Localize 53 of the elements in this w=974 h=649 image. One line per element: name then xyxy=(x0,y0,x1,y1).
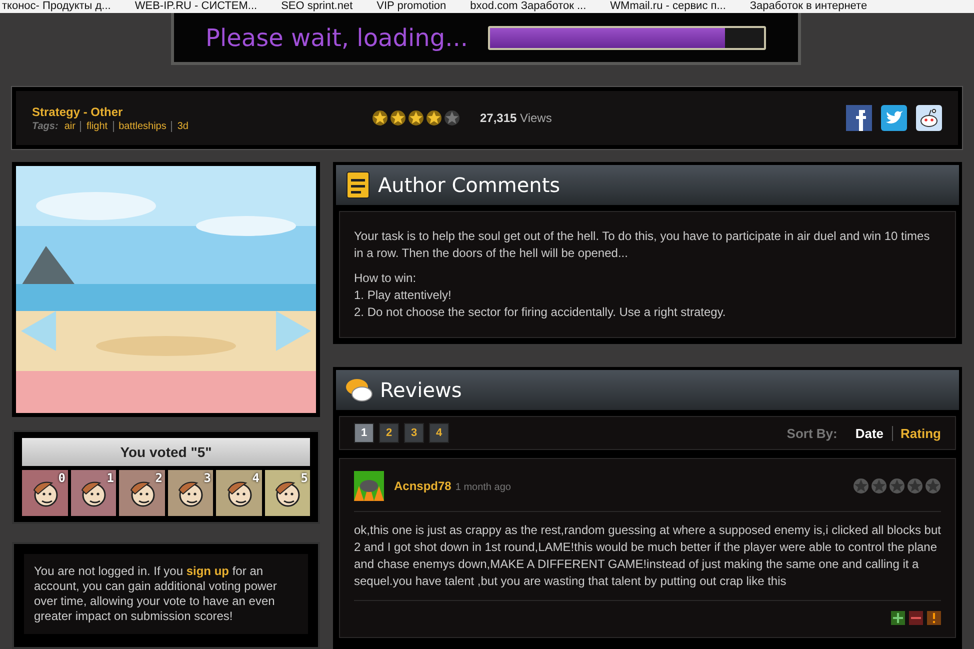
sort-option[interactable]: Date xyxy=(847,426,892,440)
vote-face-button[interactable]: 1 xyxy=(70,470,116,516)
bookmark-link[interactable]: Заработок в интернете xyxy=(750,0,868,13)
star-icon xyxy=(444,110,460,126)
star-icon xyxy=(408,110,424,126)
sort-label: Sort By: xyxy=(786,426,838,440)
bookmark-link[interactable]: bxod.com Заработок ... xyxy=(470,0,586,13)
star-icon xyxy=(925,478,941,494)
sort-option[interactable]: Rating xyxy=(892,426,941,440)
facebook-icon[interactable] xyxy=(846,105,872,131)
review-author[interactable]: Acnspd78 xyxy=(394,479,452,493)
section-title: Author Comments xyxy=(378,173,560,197)
page-button[interactable]: 4 xyxy=(429,423,449,443)
minus-icon[interactable] xyxy=(909,611,923,625)
star-icon xyxy=(426,110,442,126)
star-icon xyxy=(871,478,887,494)
page-button[interactable]: 2 xyxy=(379,423,399,443)
star-icon xyxy=(372,110,388,126)
plus-icon[interactable] xyxy=(891,611,905,625)
avatar-icon xyxy=(354,471,384,501)
bookmark-link[interactable]: тконос- Продукты д... xyxy=(2,0,111,13)
reddit-icon[interactable] xyxy=(916,105,942,131)
loading-text: Please wait, loading... xyxy=(206,24,468,52)
tag-link[interactable]: battleships xyxy=(112,120,172,132)
comment-text: Your task is to help the soul get out of the hell. To do this, you have to participate in air duel and win 10 times in a row. Then the doors of the hell will be opened... xyxy=(354,228,931,262)
review-time: 1 month ago xyxy=(455,482,511,492)
bookmark-link[interactable]: SEO sprint.net xyxy=(281,0,353,13)
tag-link[interactable]: 3d xyxy=(171,120,194,132)
twitter-icon[interactable] xyxy=(881,105,907,131)
section-title: Reviews xyxy=(380,378,462,402)
star-icon xyxy=(390,110,406,126)
comment-text: How to win: 1. Play attentively! 2. Do not choose the sector for firing accidentally. Use a right strategy. xyxy=(354,270,727,321)
tags-label: Tags: xyxy=(32,120,58,132)
views-count: 27,315 Views xyxy=(480,111,552,125)
login-notice: You are not logged in. If you sign up for an account, you can gain additional voting power over time, allowing your vote to have an even greater impact on submission scores! xyxy=(24,554,308,634)
speech-bubbles-icon xyxy=(344,376,374,404)
vote-result: You voted "5" xyxy=(22,438,310,466)
star-icon xyxy=(907,478,923,494)
bookmark-link[interactable]: WEB-IP.RU - СИСТЕМ... xyxy=(134,0,258,13)
star-icon xyxy=(889,478,905,494)
tag-link[interactable]: flight xyxy=(80,120,113,132)
bookmark-link[interactable]: WMmail.ru - сервис п... xyxy=(610,0,726,13)
genre-link[interactable]: Strategy - Other xyxy=(32,104,372,118)
page-button[interactable]: 1 xyxy=(354,423,374,443)
flag-icon[interactable] xyxy=(927,611,941,625)
sign-up-link[interactable]: sign up xyxy=(186,564,230,578)
bookmark-link[interactable]: VIP promotion xyxy=(376,0,446,13)
star-icon xyxy=(853,478,869,494)
tag-link[interactable]: air xyxy=(64,120,80,132)
document-icon xyxy=(344,170,372,200)
vote-face-button[interactable]: 0 xyxy=(22,470,68,516)
page-button[interactable]: 3 xyxy=(404,423,424,443)
review-text: ok,this one is just as crappy as the rest,random guessing at where a supposed enemy is,i clicked all blocks but 2 and I got shot down in 1st round,LAME!this would be much better if the player were able to control the plane and chase enemys down,MAKE A DIFFERENT GAME!instead of just making the same one and calling it a sequel.you have talent ,but you are wasting that talent by putting out crap like this xyxy=(354,512,941,601)
